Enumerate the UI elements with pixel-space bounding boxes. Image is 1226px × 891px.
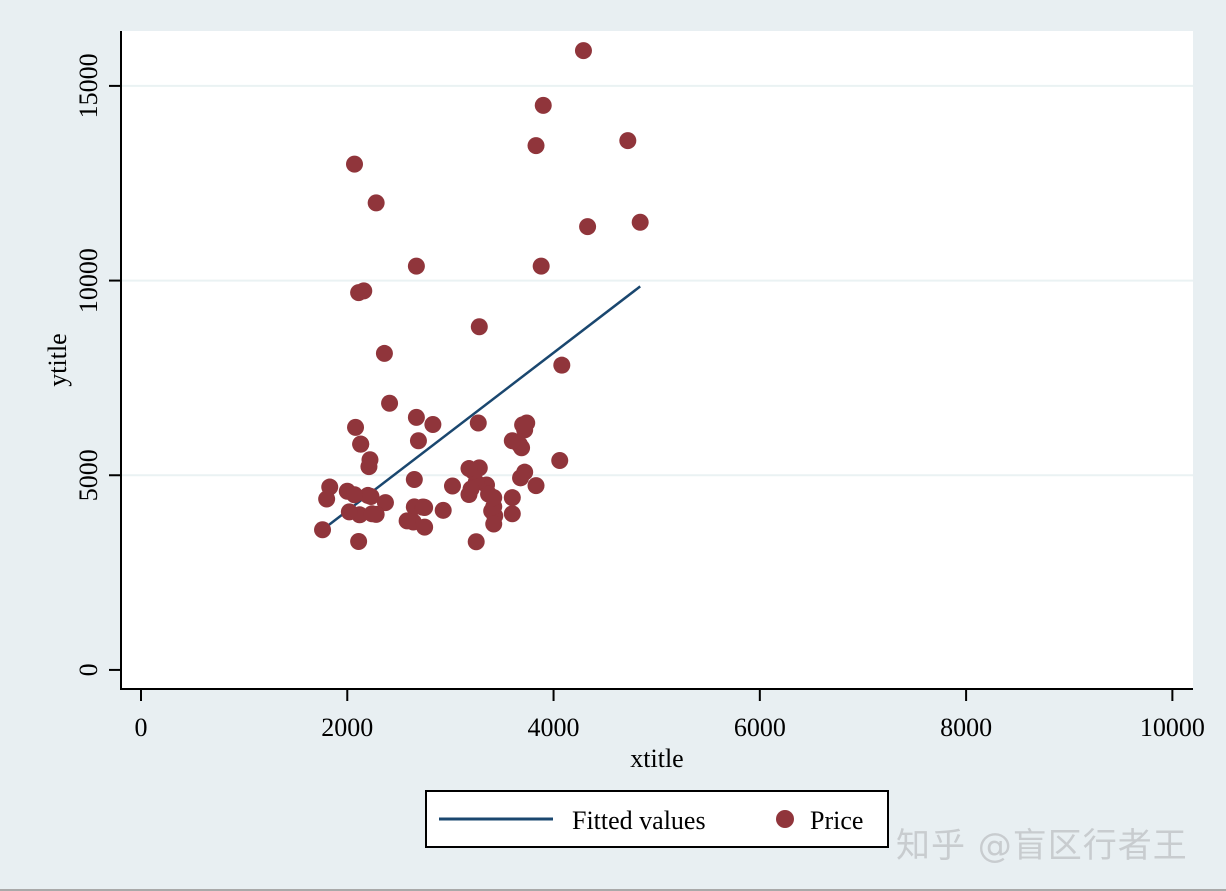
price-point	[527, 477, 545, 495]
price-point	[514, 416, 532, 434]
price-point	[415, 498, 433, 516]
price-point	[363, 505, 381, 523]
price-point	[470, 318, 488, 336]
price-point	[352, 435, 370, 453]
x-tick-label: 6000	[734, 713, 786, 742]
y-axis-title: ytitle	[43, 333, 72, 386]
price-point	[340, 503, 358, 521]
price-point	[381, 394, 399, 412]
price-point	[321, 478, 339, 496]
x-axis-ticks: 0 2000 4000 6000 8000 10000	[135, 689, 1205, 742]
price-point	[416, 518, 434, 536]
price-point	[574, 42, 592, 60]
price-point	[469, 414, 487, 432]
price-point	[485, 515, 503, 533]
price-point	[355, 282, 373, 300]
price-point	[619, 132, 637, 150]
y-tick-label: 10000	[74, 248, 103, 313]
y-axis-ticks: 0 5000 10000 15000	[74, 53, 121, 676]
price-point	[350, 532, 368, 550]
legend-fitted-label: Fitted values	[572, 806, 706, 835]
price-point	[462, 480, 480, 498]
price-point	[631, 213, 649, 231]
price-point	[314, 521, 332, 539]
x-tick-label: 10000	[1140, 713, 1205, 742]
price-point	[424, 416, 442, 434]
price-point	[407, 257, 425, 275]
price-point	[534, 96, 552, 114]
y-tick-label: 5000	[74, 449, 103, 501]
price-point	[485, 489, 503, 507]
price-point	[527, 137, 545, 155]
price-point	[434, 501, 452, 519]
price-point	[503, 489, 521, 507]
price-point	[516, 463, 534, 481]
price-point	[347, 418, 365, 436]
legend-price-label: Price	[810, 806, 863, 835]
x-tick-label: 2000	[321, 713, 373, 742]
price-point	[405, 471, 423, 489]
price-point	[443, 477, 461, 495]
price-point	[532, 257, 550, 275]
price-point	[579, 218, 597, 236]
x-axis-title: xtitle	[630, 744, 683, 773]
price-point	[398, 512, 416, 530]
x-tick-label: 8000	[940, 713, 992, 742]
price-point	[551, 451, 569, 469]
legend-price-marker	[776, 810, 794, 828]
scatter-chart: 0 5000 10000 15000 0 2000 4000 6000 8000 10000 x…	[43, 31, 1205, 848]
price-point	[375, 344, 393, 362]
legend: Fitted values Price	[425, 790, 889, 848]
price-point	[367, 194, 385, 212]
x-tick-label: 0	[135, 713, 148, 742]
price-point	[467, 533, 485, 551]
x-tick-label: 4000	[528, 713, 580, 742]
price-point	[460, 460, 478, 478]
plot-background	[121, 31, 1193, 689]
price-point	[409, 432, 427, 450]
watermark: 知乎 @盲区行者王	[896, 826, 1188, 866]
y-tick-label: 0	[74, 663, 103, 676]
price-point	[346, 486, 364, 504]
price-point	[553, 356, 571, 374]
price-point	[346, 155, 364, 173]
y-tick-label: 15000	[74, 53, 103, 118]
price-point	[361, 451, 379, 469]
price-point	[503, 505, 521, 523]
price-point	[407, 408, 425, 426]
